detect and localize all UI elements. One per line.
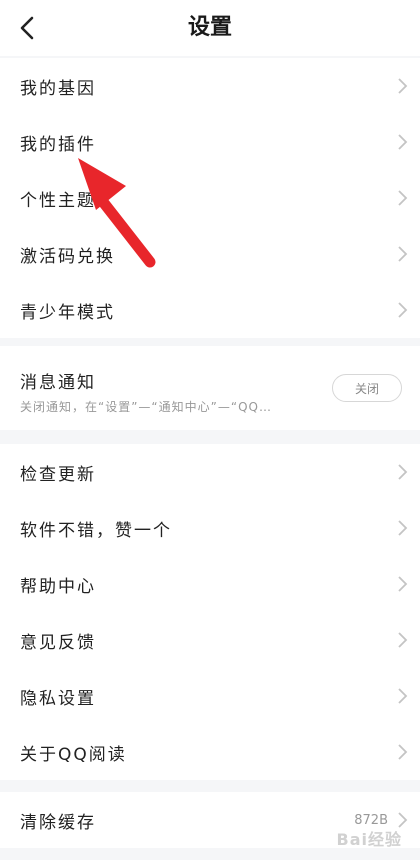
settings-item-label: 软件不错，赞一个 bbox=[20, 520, 172, 541]
chevron-right-icon bbox=[398, 78, 408, 94]
settings-group-general: 检查更新 软件不错，赞一个 帮助中心 意见反馈 隐私设置 关于QQ阅读 bbox=[0, 444, 420, 780]
settings-group-account: 我的基因 我的插件 个性主题 激活码兑换 青少年模式 bbox=[0, 58, 420, 338]
settings-item-label: 我的插件 bbox=[20, 134, 96, 155]
settings-item-my-plugins[interactable]: 我的插件 bbox=[0, 114, 420, 170]
settings-item-help-center[interactable]: 帮助中心 bbox=[0, 556, 420, 612]
settings-item-label: 个性主题 bbox=[20, 190, 96, 211]
notifications-description: 关闭通知，在“设置”—“通知中心”—“QQ… bbox=[20, 400, 272, 414]
chevron-right-icon bbox=[398, 246, 408, 262]
settings-item-rate-app[interactable]: 软件不错，赞一个 bbox=[0, 500, 420, 556]
settings-item-my-genes[interactable]: 我的基因 bbox=[0, 58, 420, 114]
settings-item-label: 意见反馈 bbox=[20, 632, 96, 653]
settings-item-label: 激活码兑换 bbox=[20, 246, 115, 267]
chevron-right-icon bbox=[398, 190, 408, 206]
settings-item-label: 清除缓存 bbox=[20, 812, 96, 833]
chevron-right-icon bbox=[398, 520, 408, 536]
page-title: 设置 bbox=[187, 15, 232, 40]
notifications-toggle-button[interactable]: 关闭 bbox=[332, 374, 402, 402]
chevron-right-icon bbox=[398, 744, 408, 760]
settings-item-label: 检查更新 bbox=[20, 464, 96, 485]
settings-item-themes[interactable]: 个性主题 bbox=[0, 170, 420, 226]
settings-item-privacy[interactable]: 隐私设置 bbox=[0, 668, 420, 724]
settings-item-label: 我的基因 bbox=[20, 78, 96, 99]
watermark-logo: Bai经验 bbox=[336, 830, 402, 849]
settings-group-notifications: 消息通知 关闭通知，在“设置”—“通知中心”—“QQ… 关闭 bbox=[0, 346, 420, 430]
settings-page: 设置 我的基因 我的插件 个性主题 激活码兑换 青少年模式 消息通知 关闭通知，… bbox=[0, 0, 420, 860]
settings-item-check-update[interactable]: 检查更新 bbox=[0, 444, 420, 500]
settings-item-youth-mode[interactable]: 青少年模式 bbox=[0, 282, 420, 338]
notifications-title: 消息通知 bbox=[20, 373, 96, 393]
settings-item-label: 关于QQ阅读 bbox=[20, 744, 127, 765]
chevron-right-icon bbox=[398, 464, 408, 480]
chevron-right-icon bbox=[398, 134, 408, 150]
settings-item-label: 隐私设置 bbox=[20, 688, 96, 709]
chevron-right-icon bbox=[398, 688, 408, 704]
settings-item-redeem-code[interactable]: 激活码兑换 bbox=[0, 226, 420, 282]
settings-item-notifications: 消息通知 关闭通知，在“设置”—“通知中心”—“QQ… 关闭 bbox=[0, 346, 420, 430]
settings-item-label: 青少年模式 bbox=[20, 302, 115, 323]
settings-item-about[interactable]: 关于QQ阅读 bbox=[0, 724, 420, 780]
chevron-right-icon bbox=[398, 302, 408, 318]
chevron-right-icon bbox=[398, 632, 408, 648]
settings-item-label: 帮助中心 bbox=[20, 576, 96, 597]
chevron-right-icon bbox=[398, 576, 408, 592]
top-bar: 设置 bbox=[0, 0, 420, 56]
settings-item-feedback[interactable]: 意见反馈 bbox=[0, 612, 420, 668]
